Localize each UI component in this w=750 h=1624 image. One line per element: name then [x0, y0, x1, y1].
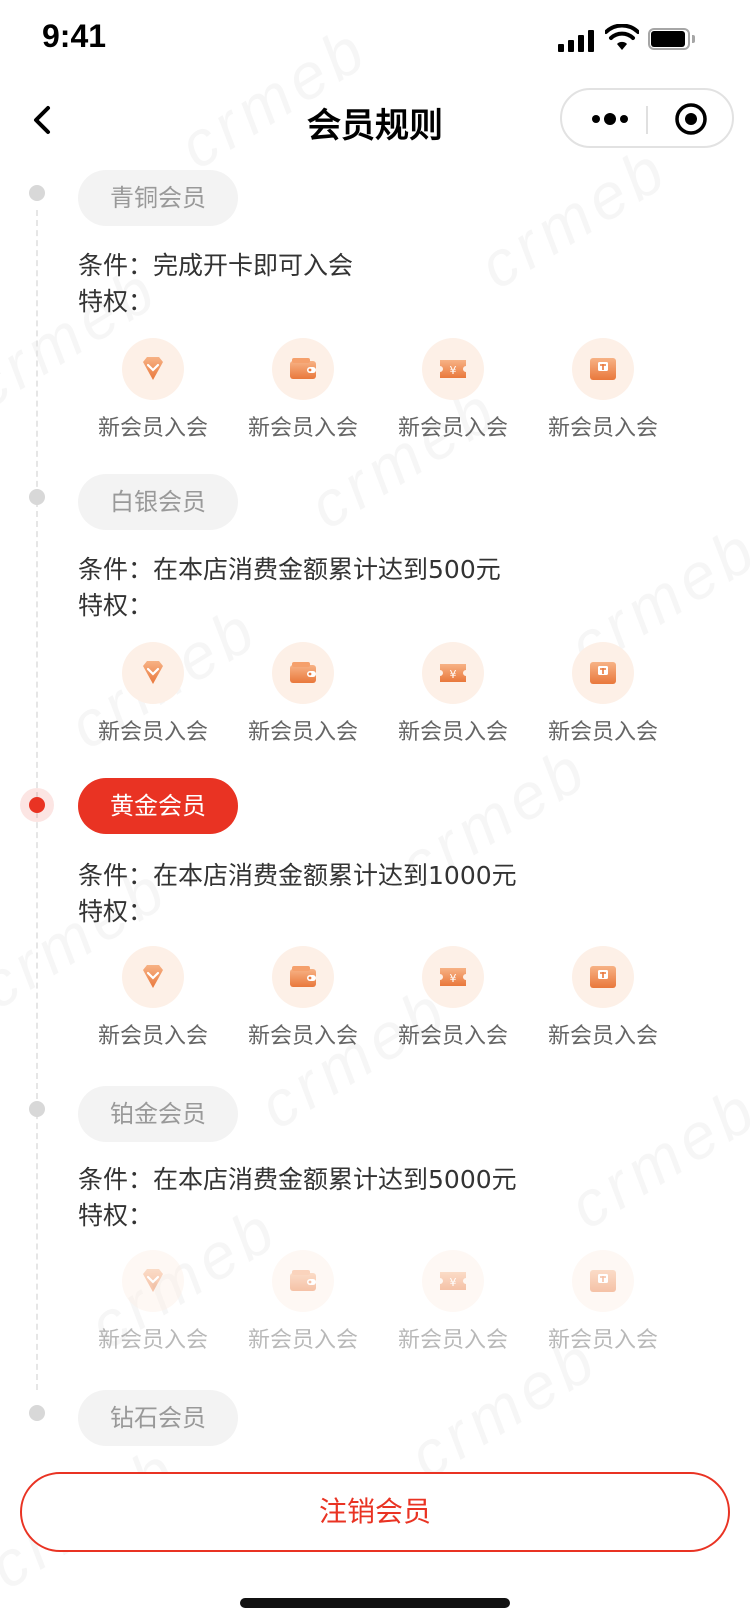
- benefit-label: 新会员入会: [97, 1024, 208, 1049]
- benefit-label: 新会员入会: [547, 720, 658, 745]
- benefit-item[interactable]: 新会员入会: [528, 642, 678, 746]
- svg-text:¥: ¥: [450, 972, 457, 985]
- level-condition: 条件：在本店消费金额累计达到500元: [78, 555, 501, 584]
- level-privilege-label: 特权：: [78, 1201, 154, 1230]
- wallet-icon: [290, 1270, 316, 1291]
- level-privilege-label: 特权：: [78, 287, 154, 316]
- cancel-membership-button[interactable]: 注销会员: [20, 1472, 730, 1552]
- benefit-item[interactable]: 新会员入会: [228, 642, 378, 746]
- benefit-item[interactable]: ¥ 新会员入会: [378, 642, 528, 746]
- coupon-icon: ¥: [440, 664, 466, 682]
- diamond-icon: [143, 1269, 163, 1292]
- gift-card-icon: [590, 1270, 616, 1292]
- cellular-signal-icon: [558, 30, 596, 52]
- svg-text:¥: ¥: [450, 668, 457, 681]
- benefit-item[interactable]: ¥ 新会员入会: [378, 946, 528, 1050]
- benefit-item[interactable]: 新会员入会: [78, 642, 228, 746]
- mini-program-capsule: [560, 88, 734, 148]
- timeline-dot: [29, 1101, 45, 1117]
- target-circle-icon[interactable]: [674, 102, 708, 136]
- status-time: 9:41: [42, 18, 107, 54]
- coupon-icon: ¥: [440, 360, 466, 378]
- benefits-row: 新会员入会 新会员入会 ¥ 新会员入会 新会员入会: [0, 338, 750, 448]
- benefit-item[interactable]: 新会员入会: [228, 946, 378, 1050]
- benefit-label: 新会员入会: [97, 1328, 208, 1353]
- diamond-icon: [143, 965, 163, 988]
- level-condition: 条件：在本店消费金额累计达到1000元: [78, 861, 517, 890]
- wallet-icon: [290, 358, 316, 379]
- benefit-label: 新会员入会: [547, 1024, 658, 1049]
- benefit-label: 新会员入会: [547, 416, 658, 441]
- diamond-icon: [143, 357, 163, 380]
- level-name-badge[interactable]: 青铜会员: [78, 170, 238, 226]
- gift-card-icon: [590, 358, 616, 380]
- benefit-label: 新会员入会: [397, 720, 508, 745]
- benefits-row: 新会员入会 新会员入会 ¥ 新会员入会 新会员入会: [0, 946, 750, 1056]
- timeline-dot-active: [29, 797, 45, 813]
- wallet-icon: [290, 662, 316, 683]
- benefit-label: 新会员入会: [97, 416, 208, 441]
- benefit-label: 新会员入会: [247, 720, 358, 745]
- benefit-item[interactable]: 新会员入会: [528, 338, 678, 442]
- diamond-icon: [143, 661, 163, 684]
- svg-text:¥: ¥: [450, 1276, 457, 1289]
- status-bar: 9:41: [0, 0, 750, 88]
- coupon-icon: ¥: [440, 968, 466, 986]
- battery-icon: [648, 28, 696, 52]
- nav-bar: 会员规则: [0, 88, 750, 156]
- level-name-badge[interactable]: 白银会员: [78, 474, 238, 530]
- benefit-label: 新会员入会: [247, 416, 358, 441]
- benefit-label: 新会员入会: [397, 1328, 508, 1353]
- benefit-label: 新会员入会: [397, 416, 508, 441]
- svg-text:¥: ¥: [450, 364, 457, 377]
- coupon-icon: ¥: [440, 1272, 466, 1290]
- level-name-badge[interactable]: 钻石会员: [78, 1390, 238, 1446]
- capsule-divider: [646, 106, 648, 134]
- benefit-item[interactable]: 新会员入会: [528, 1250, 678, 1354]
- benefit-label: 新会员入会: [547, 1328, 658, 1353]
- benefit-label: 新会员入会: [97, 720, 208, 745]
- benefit-item[interactable]: 新会员入会: [528, 946, 678, 1050]
- benefits-row: 新会员入会 新会员入会 ¥ 新会员入会 新会员入会: [0, 1250, 750, 1360]
- benefit-item[interactable]: 新会员入会: [228, 1250, 378, 1354]
- level-privilege-label: 特权：: [78, 897, 154, 926]
- level-name-badge-active[interactable]: 黄金会员: [78, 778, 238, 834]
- benefit-label: 新会员入会: [247, 1328, 358, 1353]
- timeline-dot: [29, 1405, 45, 1421]
- level-name-badge[interactable]: 铂金会员: [78, 1086, 238, 1142]
- level-condition: 条件：在本店消费金额累计达到5000元: [78, 1165, 517, 1194]
- gift-card-icon: [590, 662, 616, 684]
- gift-card-icon: [590, 966, 616, 988]
- benefits-row: 新会员入会 新会员入会 ¥ 新会员入会 新会员入会: [0, 642, 750, 752]
- benefit-item[interactable]: 新会员入会: [228, 338, 378, 442]
- benefit-item[interactable]: ¥ 新会员入会: [378, 338, 528, 442]
- timeline-dot: [29, 185, 45, 201]
- timeline-dot: [29, 489, 45, 505]
- benefit-item[interactable]: 新会员入会: [78, 1250, 228, 1354]
- benefit-label: 新会员入会: [397, 1024, 508, 1049]
- more-dots-icon[interactable]: [590, 113, 630, 125]
- wifi-icon: [605, 24, 639, 50]
- benefit-item[interactable]: 新会员入会: [78, 338, 228, 442]
- wallet-icon: [290, 966, 316, 987]
- home-indicator: [240, 1598, 510, 1608]
- benefit-item[interactable]: ¥ 新会员入会: [378, 1250, 528, 1354]
- benefit-item[interactable]: 新会员入会: [78, 946, 228, 1050]
- benefit-label: 新会员入会: [247, 1024, 358, 1049]
- level-privilege-label: 特权：: [78, 591, 154, 620]
- level-condition: 条件：完成开卡即可入会: [78, 251, 354, 280]
